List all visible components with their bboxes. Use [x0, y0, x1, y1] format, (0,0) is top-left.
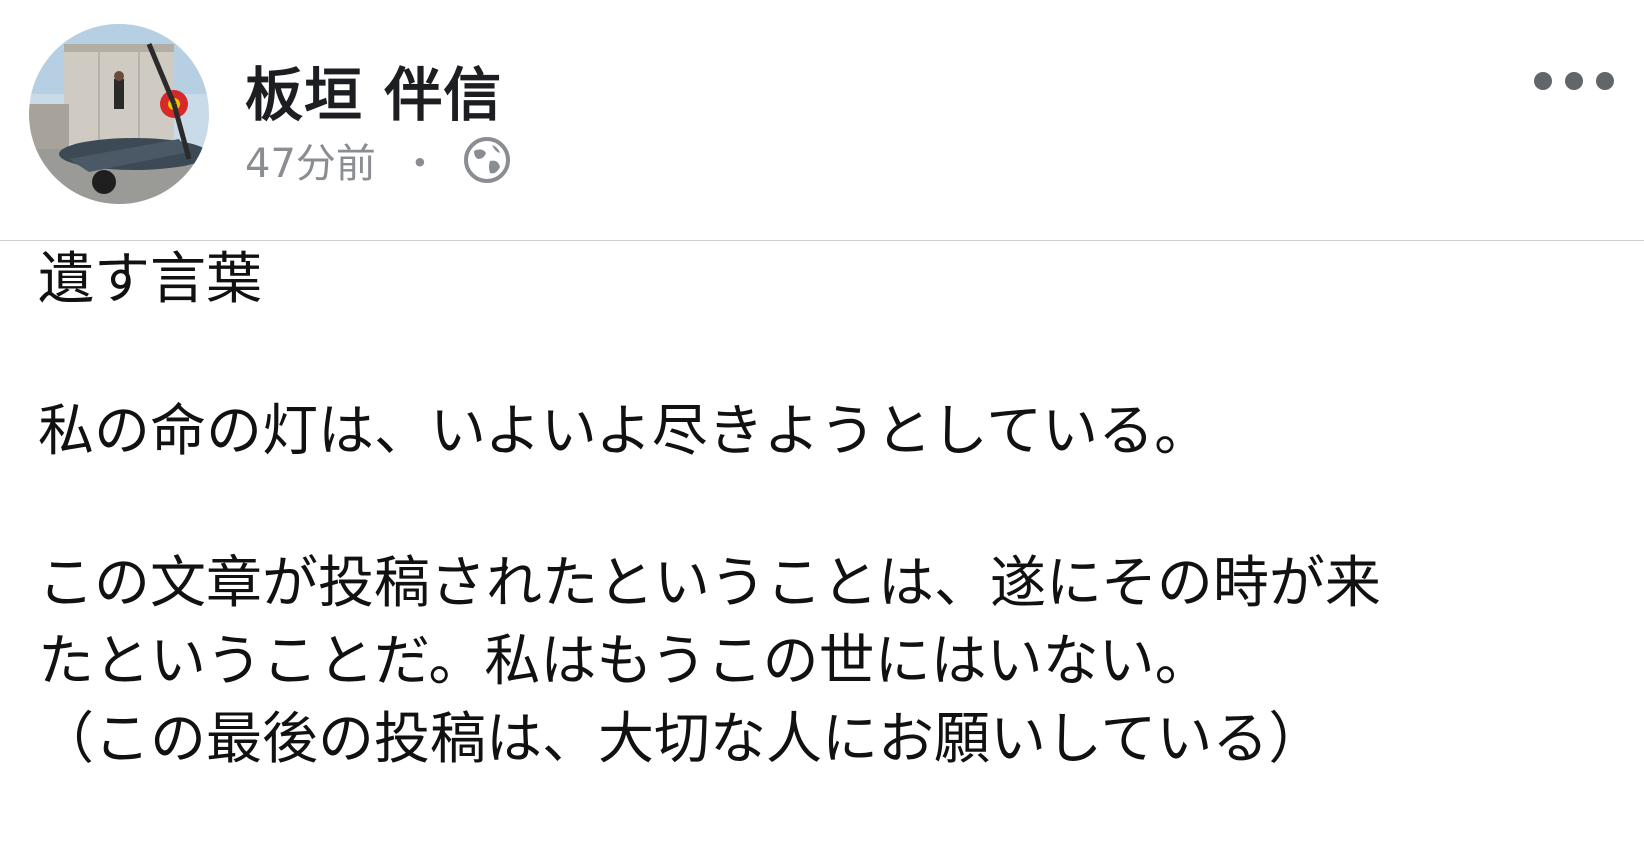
- post-body: 遺す言葉 私の命の灯は、いよいよ尽きようとしている。 この文章が投稿されたという…: [38, 245, 1614, 772]
- post-title: 遺す言葉: [38, 247, 262, 312]
- more-dot: [1534, 72, 1552, 90]
- more-dot: [1596, 72, 1614, 90]
- globe-icon[interactable]: [462, 135, 512, 185]
- post-line: この文章が投稿されたということは、遂にその時が来: [38, 551, 1381, 616]
- more-dot: [1565, 72, 1583, 90]
- facebook-post: 板垣 伴信 47分前 ・ 遺す言葉 私の命の灯は、いよいよ尽きようとしている。 …: [0, 0, 1644, 867]
- author-name[interactable]: 板垣 伴信: [245, 48, 502, 132]
- more-options-icon[interactable]: [1534, 60, 1614, 102]
- post-line: （この最後の投稿は、大切な人にお願いしている）: [38, 707, 1325, 772]
- post-header: 板垣 伴信 47分前 ・: [0, 0, 1644, 241]
- author-avatar[interactable]: [29, 24, 209, 204]
- post-timestamp[interactable]: 47分前: [245, 131, 376, 189]
- post-meta: 47分前 ・: [245, 132, 512, 188]
- meta-separator: ・: [399, 141, 440, 187]
- post-line: 私の命の灯は、いよいよ尽きようとしている。: [38, 399, 1211, 464]
- avatar-photo: [29, 24, 209, 204]
- post-line: たということだ。私はもうこの世にはいない。: [38, 629, 1211, 694]
